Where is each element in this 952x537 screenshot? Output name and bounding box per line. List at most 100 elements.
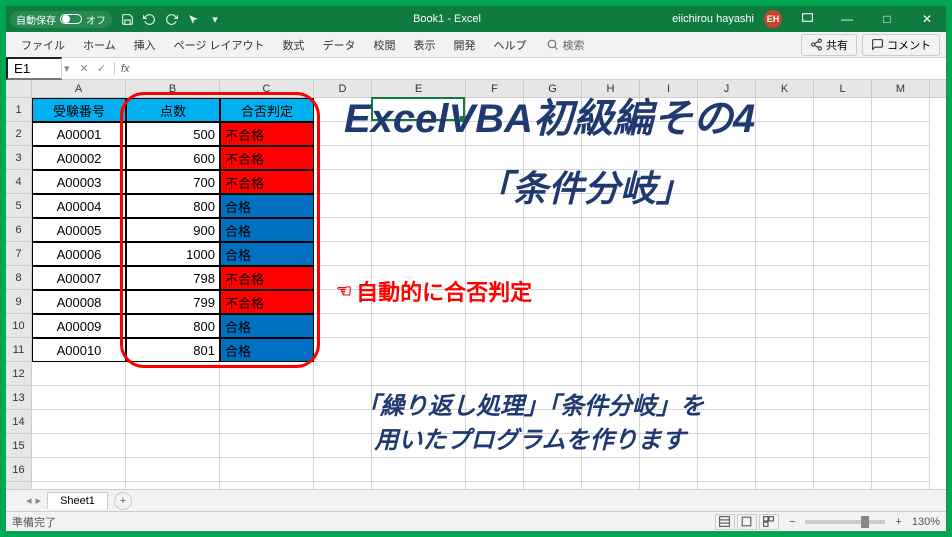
cell[interactable]: [814, 242, 872, 266]
cell[interactable]: [814, 458, 872, 482]
cell[interactable]: [756, 98, 814, 122]
maximize-icon[interactable]: □: [872, 12, 902, 26]
cell[interactable]: [872, 314, 930, 338]
cell[interactable]: [372, 98, 466, 122]
cell[interactable]: [314, 314, 372, 338]
cell[interactable]: [756, 314, 814, 338]
row-header[interactable]: 6: [6, 218, 32, 242]
column-header[interactable]: H: [582, 80, 640, 97]
cell[interactable]: [220, 458, 314, 482]
cell[interactable]: [314, 242, 372, 266]
redo-icon[interactable]: [164, 12, 178, 26]
cell[interactable]: 600: [126, 146, 220, 170]
cell[interactable]: [126, 482, 220, 489]
row-header[interactable]: 4: [6, 170, 32, 194]
row-header[interactable]: 17: [6, 482, 32, 489]
cell[interactable]: [314, 458, 372, 482]
cell[interactable]: [756, 386, 814, 410]
row-header[interactable]: 5: [6, 194, 32, 218]
cell[interactable]: [582, 386, 640, 410]
cell[interactable]: [756, 362, 814, 386]
column-header[interactable]: E: [372, 80, 466, 97]
cell[interactable]: [640, 458, 698, 482]
cell[interactable]: [872, 458, 930, 482]
page-break-view-icon[interactable]: [759, 514, 779, 530]
qat-dropdown-icon[interactable]: ▾: [208, 12, 222, 26]
cell[interactable]: [872, 242, 930, 266]
cell[interactable]: [582, 362, 640, 386]
cell[interactable]: [872, 410, 930, 434]
cell[interactable]: A00009: [32, 314, 126, 338]
cell[interactable]: A00004: [32, 194, 126, 218]
cell[interactable]: [582, 170, 640, 194]
user-avatar[interactable]: EH: [764, 10, 782, 28]
cell[interactable]: [372, 386, 466, 410]
cell[interactable]: [698, 482, 756, 489]
cell[interactable]: 1000: [126, 242, 220, 266]
cell[interactable]: [640, 434, 698, 458]
row-header[interactable]: 15: [6, 434, 32, 458]
cell[interactable]: [872, 146, 930, 170]
cell[interactable]: [314, 434, 372, 458]
cell[interactable]: [756, 170, 814, 194]
namebox-dropdown-icon[interactable]: ▾: [62, 62, 72, 75]
cell[interactable]: [314, 386, 372, 410]
cell[interactable]: [640, 314, 698, 338]
cell[interactable]: [524, 194, 582, 218]
cell[interactable]: [582, 122, 640, 146]
cell[interactable]: [466, 362, 524, 386]
cell[interactable]: [814, 410, 872, 434]
cell[interactable]: [466, 410, 524, 434]
row-header[interactable]: 3: [6, 146, 32, 170]
cell[interactable]: [814, 146, 872, 170]
cell[interactable]: [640, 482, 698, 489]
cancel-formula-icon[interactable]: ✕: [80, 62, 89, 75]
cell[interactable]: A00010: [32, 338, 126, 362]
cell[interactable]: [640, 146, 698, 170]
sheet-nav-next-icon[interactable]: ▸: [36, 494, 42, 507]
tab-file[interactable]: ファイル: [12, 33, 74, 57]
cell[interactable]: [524, 122, 582, 146]
cell[interactable]: [126, 386, 220, 410]
cell[interactable]: [372, 314, 466, 338]
cell[interactable]: [582, 482, 640, 489]
cell[interactable]: [466, 338, 524, 362]
comment-button[interactable]: コメント: [862, 34, 940, 56]
cell[interactable]: 799: [126, 290, 220, 314]
cell[interactable]: 700: [126, 170, 220, 194]
cell[interactable]: [582, 458, 640, 482]
cell[interactable]: [698, 434, 756, 458]
cell[interactable]: [32, 410, 126, 434]
row-header[interactable]: 1: [6, 98, 32, 122]
cell[interactable]: [698, 170, 756, 194]
cell[interactable]: [32, 386, 126, 410]
cell[interactable]: [314, 410, 372, 434]
row-header[interactable]: 13: [6, 386, 32, 410]
cell[interactable]: [872, 98, 930, 122]
cell[interactable]: [640, 122, 698, 146]
cell[interactable]: [372, 242, 466, 266]
cell[interactable]: [314, 146, 372, 170]
cell[interactable]: [372, 338, 466, 362]
tab-review[interactable]: 校閲: [365, 33, 405, 57]
tab-data[interactable]: データ: [314, 33, 365, 57]
cell[interactable]: [220, 410, 314, 434]
column-header[interactable]: K: [756, 80, 814, 97]
cell[interactable]: [640, 410, 698, 434]
formula-input[interactable]: [136, 59, 946, 78]
pointer-icon[interactable]: [186, 12, 200, 26]
cell[interactable]: [126, 410, 220, 434]
cell[interactable]: [814, 194, 872, 218]
tab-developer[interactable]: 開発: [445, 33, 485, 57]
cell[interactable]: [698, 218, 756, 242]
cell[interactable]: [466, 434, 524, 458]
cell[interactable]: [640, 98, 698, 122]
cell[interactable]: [372, 482, 466, 489]
cell[interactable]: [372, 170, 466, 194]
cell[interactable]: [756, 434, 814, 458]
cell[interactable]: [814, 98, 872, 122]
column-header[interactable]: D: [314, 80, 372, 97]
cell[interactable]: [640, 218, 698, 242]
cell[interactable]: [698, 458, 756, 482]
cell[interactable]: 受験番号: [32, 98, 126, 122]
